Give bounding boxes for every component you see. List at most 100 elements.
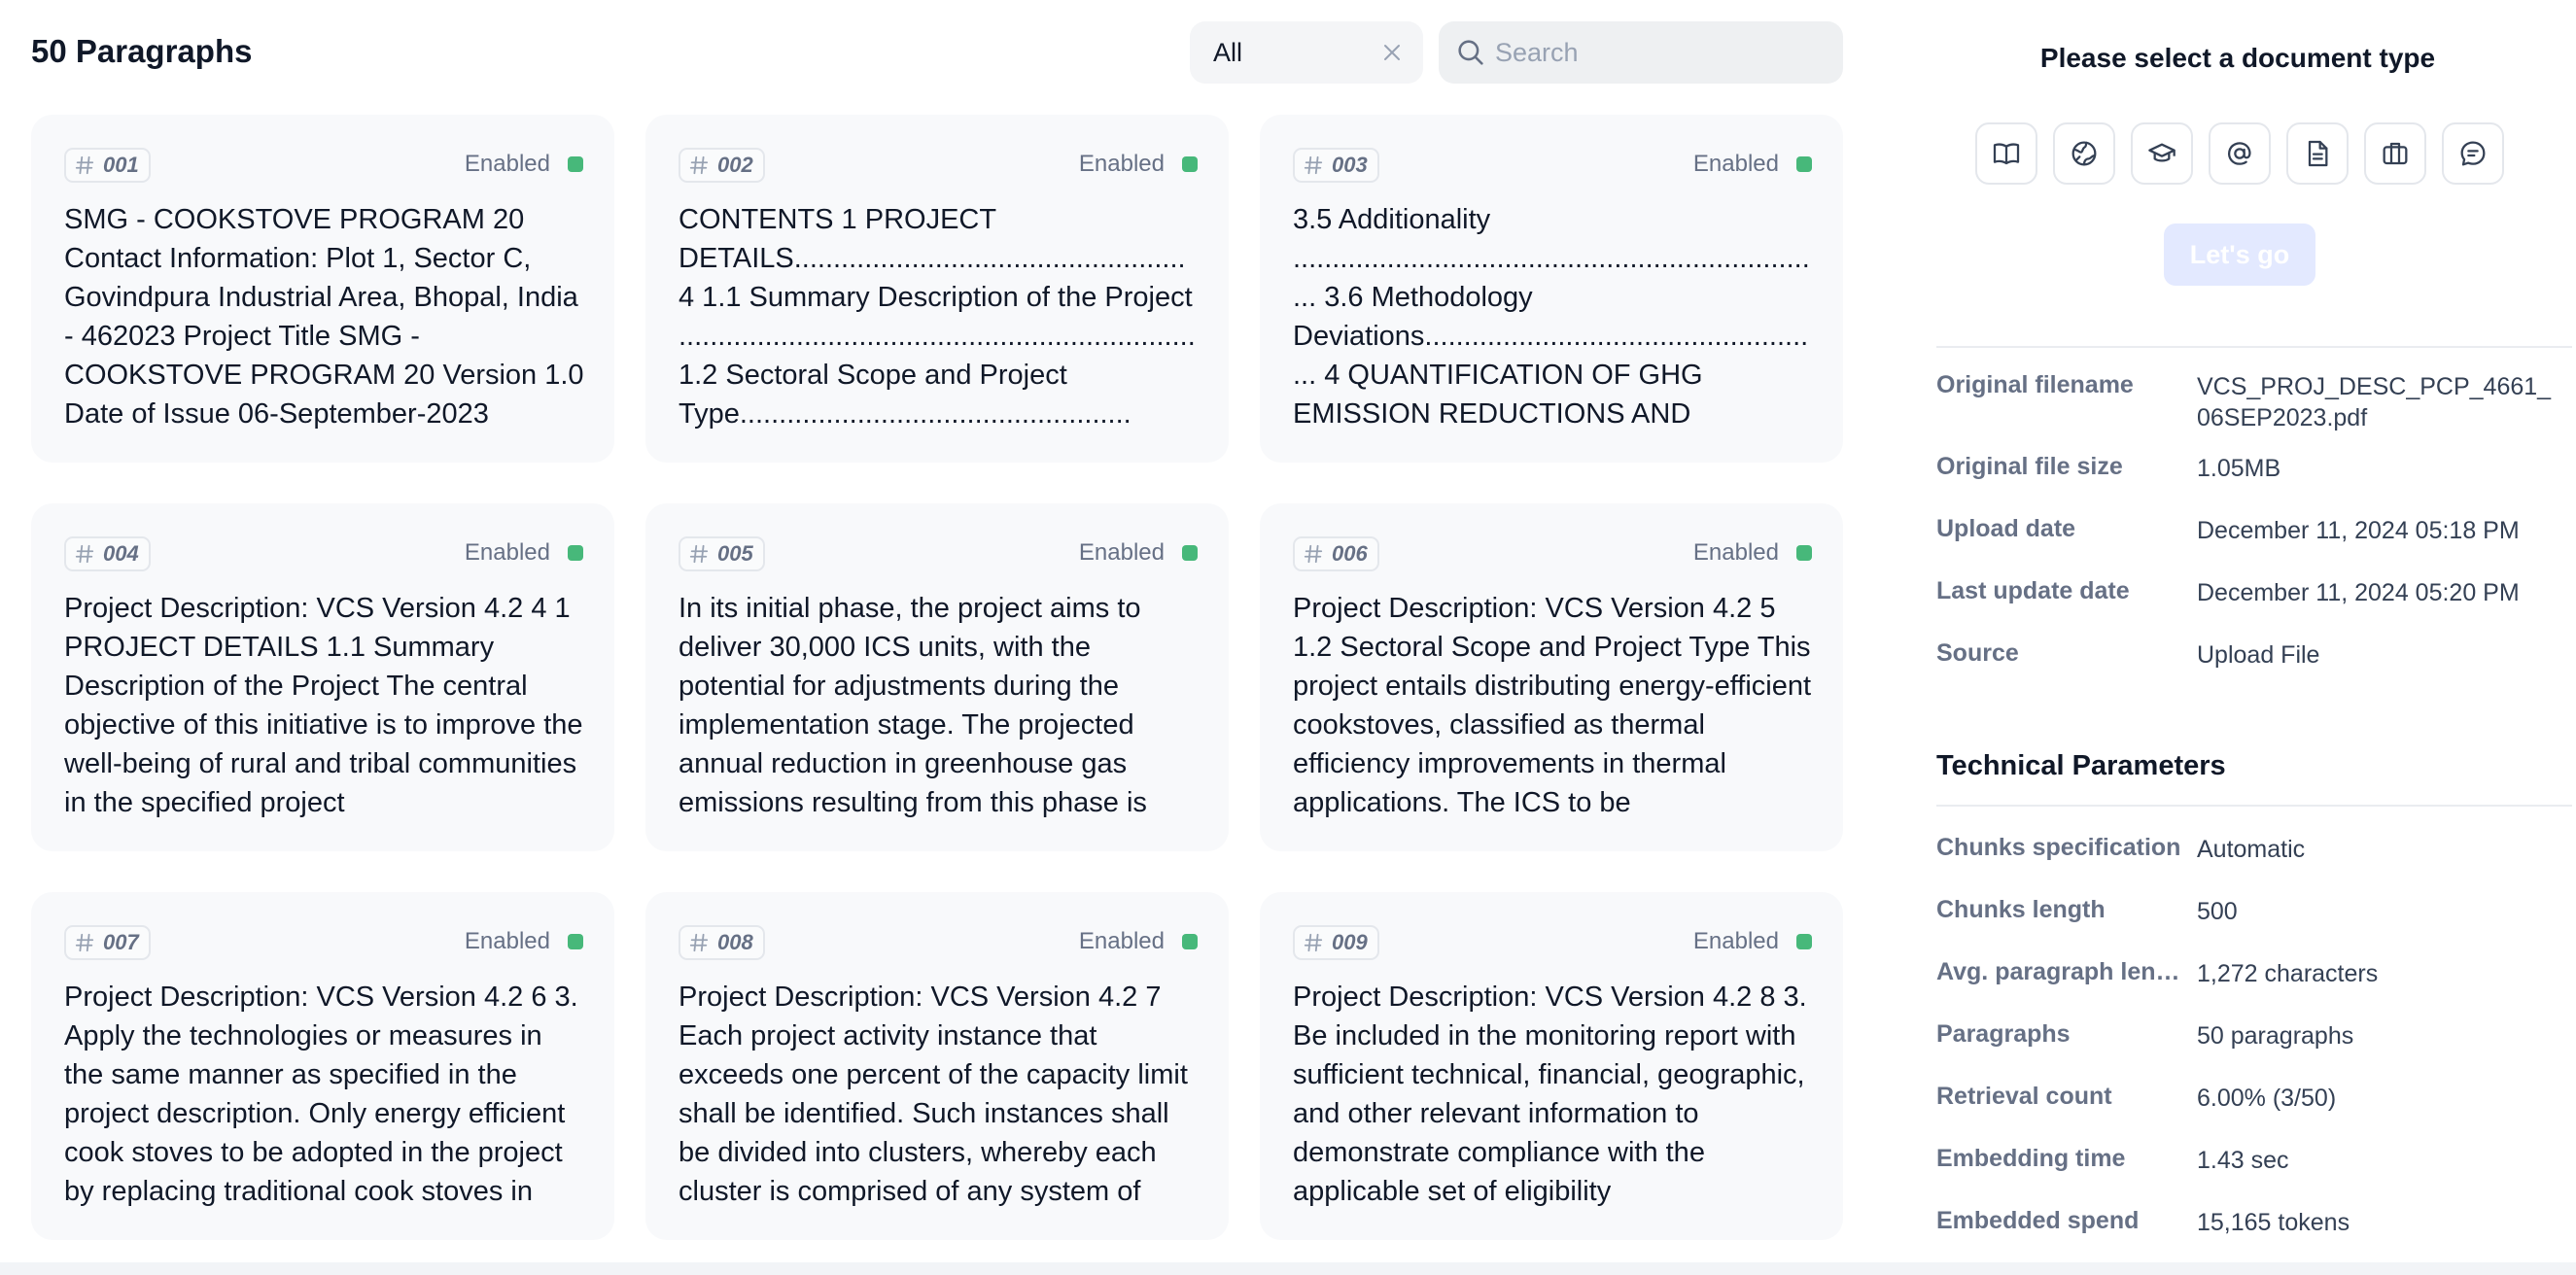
doc-type-web-button[interactable]	[2053, 122, 2115, 185]
paragraph-card[interactable]: 004 Enabled Project Description: VCS Ver…	[31, 503, 614, 851]
tech-value: 500	[2197, 898, 2238, 925]
search-input[interactable]	[1495, 37, 1826, 68]
paragraph-index: 008	[717, 930, 753, 954]
paragraph-card[interactable]: 007 Enabled Project Description: VCS Ver…	[31, 892, 614, 1240]
tech-value: 1,272 characters	[2197, 960, 2379, 987]
horizontal-scrollbar[interactable]	[0, 1262, 2576, 1275]
paragraph-index-badge: 006	[1293, 536, 1379, 571]
globe-icon	[2071, 141, 2097, 166]
document-icon	[2308, 140, 2328, 167]
hash-icon	[1304, 544, 1323, 564]
status-dot	[568, 934, 583, 949]
doc-type-email-button[interactable]	[2209, 122, 2271, 185]
status-label: Enabled	[1692, 539, 1779, 566]
hash-icon	[75, 544, 94, 564]
tech-key: Embedding time	[1936, 1145, 2126, 1172]
graduation-cap-icon	[2148, 143, 2176, 162]
doc-type-book-button[interactable]	[1975, 122, 2037, 185]
paragraph-text: Project Description: VCS Version 4.2 4 1…	[64, 593, 583, 818]
hash-icon	[75, 155, 94, 175]
paragraph-index: 007	[103, 930, 139, 954]
tech-key: Embedded spend	[1936, 1207, 2140, 1234]
divider	[1936, 346, 2572, 348]
technical-parameters-title: Technical Parameters	[1936, 750, 2226, 781]
paragraph-status: Enabled	[1693, 539, 1812, 567]
search-box[interactable]	[1439, 21, 1843, 84]
status-label: Enabled	[464, 151, 550, 177]
paragraph-index: 006	[1332, 541, 1368, 566]
tech-value: 50 paragraphs	[2197, 1022, 2354, 1050]
tech-row-avg-length: Avg. paragraph length 1,272 characters	[1936, 958, 2559, 989]
meta-key: Original filename	[1936, 371, 2134, 398]
paragraph-status: Enabled	[1079, 539, 1198, 567]
doc-type-paper-button[interactable]	[2131, 122, 2193, 185]
divider	[1936, 805, 2572, 807]
status-label: Enabled	[464, 928, 550, 954]
meta-value: VCS_PROJ_DESC_PCP_4661_06SEP2023.pdf	[2197, 373, 2552, 431]
paragraph-index-badge: 007	[64, 925, 151, 960]
paragraph-index: 004	[103, 541, 139, 566]
tech-key: Paragraphs	[1936, 1020, 2071, 1048]
tech-key: Avg. paragraph length	[1936, 958, 2194, 985]
tech-row-embedding-time: Embedding time 1.43 sec	[1936, 1145, 2559, 1176]
paragraph-card[interactable]: 008 Enabled Project Description: VCS Ver…	[645, 892, 1229, 1240]
meta-row-source: Source Upload File	[1936, 639, 2559, 671]
status-dot	[1796, 934, 1812, 949]
status-filter-select[interactable]: All	[1190, 21, 1423, 84]
clear-filter-icon[interactable]	[1380, 41, 1404, 64]
doc-type-business-button[interactable]	[2364, 122, 2426, 185]
paragraph-index-badge: 001	[64, 148, 151, 183]
message-icon	[2460, 141, 2486, 166]
tech-row-chunks-length: Chunks length 500	[1936, 896, 2559, 927]
paragraph-status: Enabled	[1693, 928, 1812, 955]
tech-value: 6.00% (3/50)	[2197, 1085, 2337, 1112]
paragraph-index: 005	[717, 541, 753, 566]
paragraph-card[interactable]: 006 Enabled Project Description: VCS Ver…	[1260, 503, 1843, 851]
status-label: Enabled	[1078, 928, 1165, 954]
paragraph-card[interactable]: 002 Enabled CONTENTS 1 PROJECT DETAILS..…	[645, 115, 1229, 463]
meta-row-upload-date: Upload date December 11, 2024 05:18 PM	[1936, 515, 2559, 546]
hash-icon	[1304, 155, 1323, 175]
doc-type-document-button[interactable]	[2286, 122, 2349, 185]
paragraph-text: Project Description: VCS Version 4.2 7 E…	[679, 982, 1188, 1207]
hash-icon	[689, 544, 709, 564]
page-title: 50 Paragraphs	[31, 33, 253, 69]
paragraph-index: 002	[717, 153, 753, 177]
status-filter-value: All	[1213, 37, 1243, 67]
tech-key: Chunks length	[1936, 896, 2106, 923]
status-dot	[568, 545, 583, 561]
paragraph-card[interactable]: 003 Enabled 3.5 Additionality ..........…	[1260, 115, 1843, 463]
paragraph-index-badge: 008	[679, 925, 765, 960]
paragraph-card[interactable]: 001 Enabled SMG - COOKSTOVE PROGRAM 20 C…	[31, 115, 614, 463]
paragraph-status: Enabled	[465, 928, 583, 955]
status-dot	[1182, 545, 1198, 561]
tech-key: Chunks specification	[1936, 834, 2181, 861]
paragraph-text: In its initial phase, the project aims t…	[679, 593, 1147, 818]
lets-go-button[interactable]: Let's go	[2164, 224, 2315, 286]
hash-icon	[1304, 933, 1323, 952]
paragraph-index-badge: 005	[679, 536, 765, 571]
tech-value: 1.43 sec	[2197, 1147, 2289, 1174]
paragraph-text: Project Description: VCS Version 4.2 5 1…	[1293, 593, 1812, 818]
at-sign-icon	[2228, 142, 2251, 165]
hash-icon	[75, 933, 94, 952]
tech-row-chunks-spec: Chunks specification Automatic	[1936, 834, 2559, 865]
doc-type-options	[1975, 122, 2504, 185]
meta-key: Last update date	[1936, 577, 2130, 604]
doc-type-chat-button[interactable]	[2442, 122, 2504, 185]
paragraph-text: Project Description: VCS Version 4.2 8 3…	[1293, 982, 1807, 1207]
paragraph-index-badge: 003	[1293, 148, 1379, 183]
hash-icon	[689, 933, 709, 952]
tech-value: Automatic	[2197, 836, 2306, 863]
paragraph-status: Enabled	[1079, 928, 1198, 955]
paragraph-index: 009	[1332, 930, 1368, 954]
paragraph-card[interactable]: 009 Enabled Project Description: VCS Ver…	[1260, 892, 1843, 1240]
status-dot	[1182, 934, 1198, 949]
paragraph-card[interactable]: 005 Enabled In its initial phase, the pr…	[645, 503, 1229, 851]
status-dot	[1182, 156, 1198, 172]
meta-row-file-size: Original file size 1.05MB	[1936, 453, 2559, 484]
meta-value: December 11, 2024 05:20 PM	[2197, 579, 2520, 606]
meta-row-last-update: Last update date December 11, 2024 05:20…	[1936, 577, 2559, 608]
tech-row-retrieval: Retrieval count 6.00% (3/50)	[1936, 1083, 2559, 1114]
meta-value: Upload File	[2197, 641, 2320, 669]
